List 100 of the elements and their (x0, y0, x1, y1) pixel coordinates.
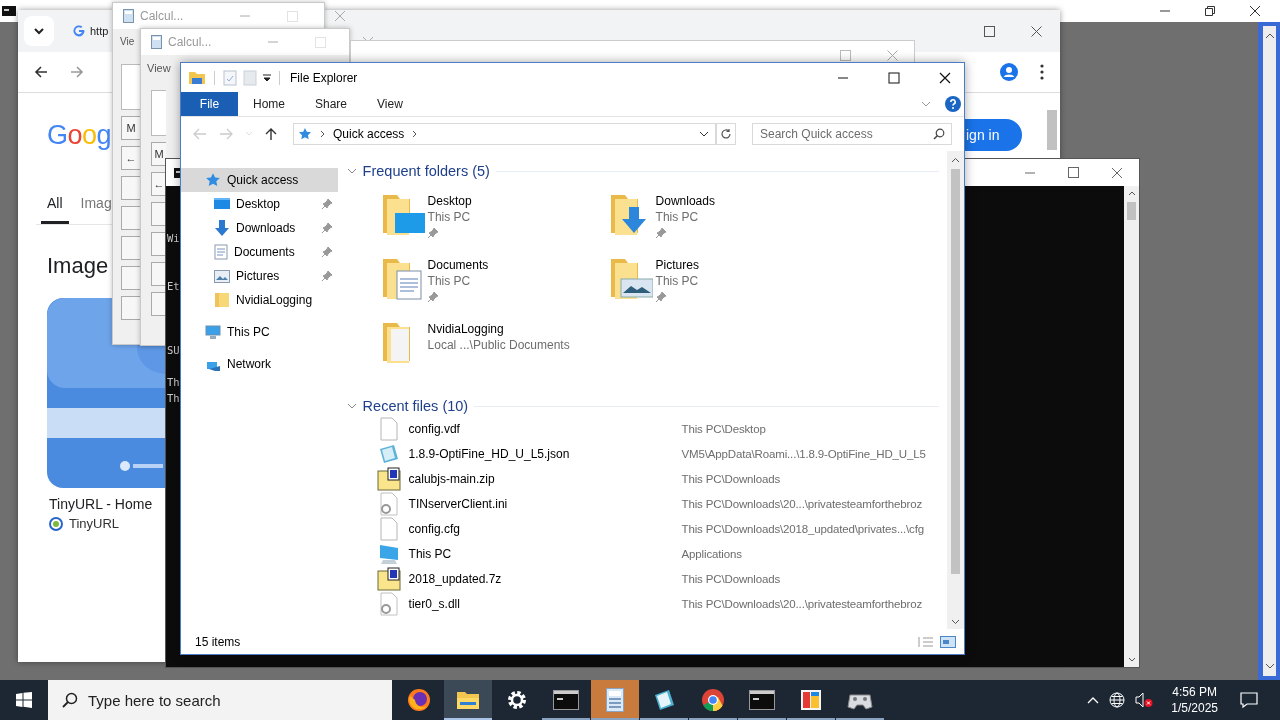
calculator-icon (606, 688, 624, 712)
clock-date[interactable]: 1/5/2025 (1171, 700, 1218, 716)
address-bar[interactable]: Quick access (293, 123, 717, 145)
recent-file-row[interactable]: This PC Applications (340, 541, 742, 566)
folder-location: This PC (427, 273, 471, 289)
folder-tile[interactable]: Documents This PC (380, 253, 489, 309)
group-header[interactable]: Frequent folders (5) (362, 163, 490, 179)
scroll-up-icon[interactable] (1127, 190, 1136, 196)
recent-file-row[interactable]: tier0_s.dll This PC\Downloads\20...\privatesteamforthebroz (340, 591, 923, 616)
restore-icon[interactable] (1204, 5, 1216, 17)
calculator-icon (123, 9, 134, 23)
chevron-down-icon[interactable] (699, 131, 710, 137)
google-logo: Goog (47, 119, 112, 151)
star-icon (298, 127, 312, 141)
nav-item[interactable]: Pictures (181, 264, 338, 288)
recent-file-row[interactable]: 1.8.9-OptiFine_HD_U_L5.json VM5\AppData\Roami...\1.8.9-OptiFine_HD_U_L5 (340, 441, 926, 466)
recent-file-row[interactable]: 2018_updated.7z This PC\Downloads (340, 566, 781, 591)
folder-icon (188, 70, 206, 85)
scroll-down-icon[interactable] (1127, 657, 1136, 663)
file-name: 1.8.9-OptiFine_HD_U_L5.json (408, 446, 571, 461)
close-icon[interactable] (939, 71, 951, 84)
search-field[interactable]: Search Quick access (752, 123, 952, 145)
document-icon (214, 244, 228, 260)
search-tab[interactable]: All (41, 191, 69, 224)
nav-item[interactable]: Downloads (181, 216, 338, 240)
back-arrow-icon[interactable] (34, 65, 48, 79)
download-arrow-icon (214, 220, 230, 236)
file-location: This PC\Downloads (681, 572, 781, 585)
start-icon (16, 692, 32, 708)
nav-item[interactable]: This PC (181, 320, 338, 344)
calculator-icon (151, 35, 162, 49)
folder-tile[interactable]: NvidiaLogging Local ...\Public Documents (380, 317, 570, 373)
help-icon[interactable] (945, 96, 961, 112)
calculator-display (151, 90, 166, 136)
taskbar-app-button[interactable] (444, 680, 492, 720)
nav-item[interactable]: Quick access (181, 168, 338, 192)
calculator-key[interactable]: ← (121, 146, 140, 170)
close-icon[interactable] (1031, 25, 1042, 37)
monitor-icon (214, 197, 230, 211)
folder-name: Desktop (427, 193, 472, 209)
folder-name: Pictures (655, 257, 699, 273)
recent-file-row[interactable]: config.vdf This PC\Desktop (340, 416, 766, 441)
profile-icon[interactable] (1000, 63, 1018, 81)
nav-item[interactable]: Desktop (181, 192, 338, 216)
search-tab[interactable]: Imag (80, 191, 112, 224)
maximize-icon[interactable] (1068, 167, 1079, 178)
group-header[interactable]: Recent files (10) (362, 398, 469, 414)
file-location: This PC\Downloads\20...\privatesteamforthebroz (681, 497, 923, 510)
folder-location: This PC (427, 209, 471, 225)
nav-item[interactable]: Documents (181, 240, 338, 264)
tab-list-button[interactable] (24, 16, 54, 46)
menu-icon[interactable] (1040, 64, 1044, 80)
archive-icon (376, 566, 401, 591)
globe-icon[interactable] (1109, 692, 1126, 708)
ribbon-tab[interactable]: View (362, 92, 418, 116)
folder-name: Documents (427, 257, 489, 273)
folder-tile[interactable]: Downloads This PC (608, 189, 715, 245)
calculator-key[interactable]: M (151, 142, 166, 166)
maximize-icon[interactable] (984, 25, 995, 37)
dropdown-icon[interactable] (263, 73, 271, 82)
folder-tile[interactable]: Pictures This PC (608, 253, 699, 309)
calculator-key[interactable]: M (121, 116, 140, 140)
scroll-down-icon[interactable] (1264, 662, 1275, 670)
recent-file-row[interactable]: calubjs-main.zip This PC\Downloads (340, 466, 781, 491)
ribbon-tab[interactable]: File (181, 92, 238, 116)
file-location: VM5\AppData\Roami...\1.8.9-OptiFine_HD_U_L5 (681, 447, 926, 460)
address-text[interactable]: Quick access (333, 127, 405, 141)
forward-arrow-icon[interactable] (70, 65, 84, 79)
window-title: Calcul... (140, 9, 184, 23)
large-icons-view-icon[interactable] (940, 635, 956, 648)
tab-title[interactable]: http (90, 25, 109, 37)
chevron-up-icon[interactable] (1087, 696, 1100, 704)
refresh-button[interactable] (716, 123, 736, 145)
recent-file-row[interactable]: config.cfg This PC\Downloads\2018_updated\privates...\cfg (340, 516, 924, 541)
folder-tile[interactable]: Desktop This PC (380, 189, 472, 245)
ribbon-tab[interactable]: Home (238, 92, 300, 116)
file-name: config.vdf (408, 421, 461, 436)
speaker-muted-icon[interactable] (1135, 692, 1154, 708)
menu-item[interactable]: View (141, 55, 171, 80)
close-icon[interactable] (1249, 5, 1261, 17)
nav-item[interactable]: NvidiaLogging (181, 288, 338, 312)
nav-item[interactable]: Network (181, 352, 338, 376)
recent-file-row[interactable]: TINserverClient.ini This PC\Downloads\20...\privatesteamforthebroz (340, 491, 923, 516)
search-icon (933, 128, 945, 140)
menu-item[interactable]: Vie (113, 29, 135, 54)
taskbar-search-field[interactable]: Type here to search (48, 680, 392, 720)
clock-time[interactable]: 4:56 PM (1172, 684, 1217, 700)
ribbon-tab[interactable]: Share (300, 92, 363, 116)
up-arrow-icon[interactable] (265, 127, 277, 141)
chevron-right-icon (320, 130, 325, 138)
sign-in-button[interactable]: ign in (964, 119, 1022, 151)
scroll-down-icon[interactable] (951, 619, 960, 625)
notifications-icon[interactable] (1240, 691, 1258, 709)
scroll-up-icon[interactable] (1264, 32, 1275, 40)
scroll-up-icon[interactable] (951, 157, 960, 163)
status-text: 15 items (195, 634, 241, 649)
terminal-text: Th (167, 376, 180, 388)
maximize-icon[interactable] (888, 71, 900, 84)
result-title[interactable]: TinyURL - Home (49, 496, 153, 512)
notepad-icon (652, 688, 676, 712)
